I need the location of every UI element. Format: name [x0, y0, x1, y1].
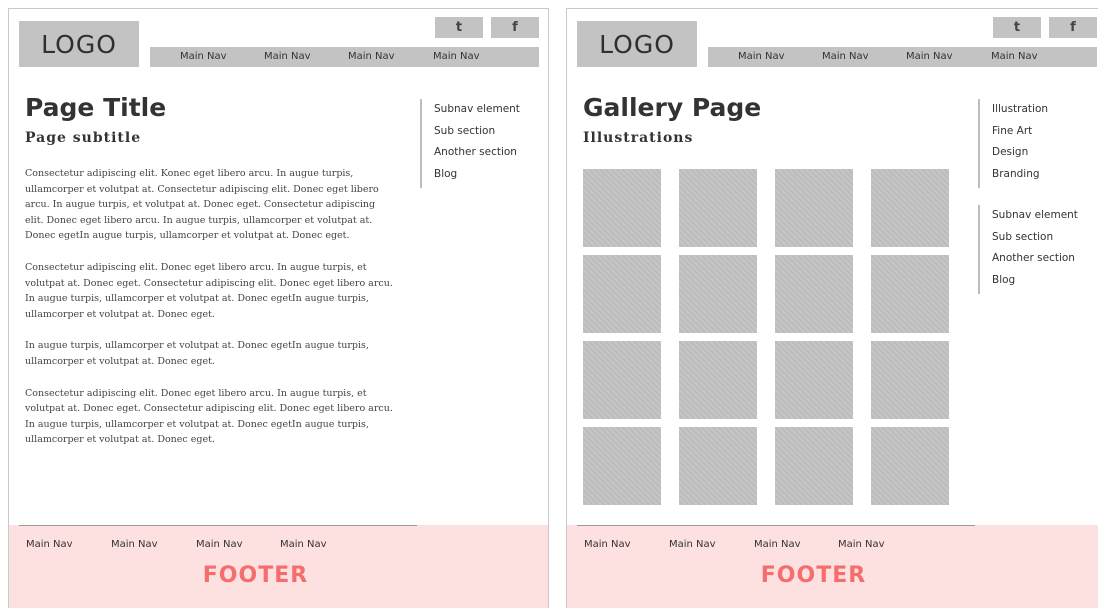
page-subtitle: Illustrations: [583, 130, 694, 146]
twitter-icon[interactable]: t: [993, 17, 1041, 38]
gallery-thumbnail[interactable]: [775, 341, 853, 419]
footer-label-row: FOOTER: [9, 563, 526, 588]
subnav-item[interactable]: Sub section: [992, 227, 1078, 249]
gallery-thumbnail[interactable]: [775, 255, 853, 333]
gallery-thumbnail[interactable]: [871, 255, 949, 333]
gallery-thumbnail[interactable]: [679, 427, 757, 505]
footer-nav-item[interactable]: Main Nav: [111, 539, 158, 550]
main-nav-item[interactable]: Main Nav: [348, 51, 395, 62]
main-nav-item[interactable]: Main Nav: [433, 51, 480, 62]
main-nav-item[interactable]: Main Nav: [264, 51, 311, 62]
twitter-icon[interactable]: t: [435, 17, 483, 38]
main-nav-item[interactable]: Main Nav: [738, 51, 785, 62]
footer-label: FOOTER: [760, 563, 867, 588]
footer-nav-item[interactable]: Main Nav: [754, 539, 801, 550]
footer: Main Nav Main Nav Main Nav Main Nav FOOT…: [567, 525, 1098, 608]
gallery-thumbnail[interactable]: [871, 341, 949, 419]
page-subtitle: Page subtitle: [25, 130, 142, 146]
footer-nav-item[interactable]: Main Nav: [280, 539, 327, 550]
subnav-item[interactable]: Another section: [992, 248, 1078, 270]
subnav-item[interactable]: Subnav element: [992, 205, 1078, 227]
gallery-thumbnail[interactable]: [775, 169, 853, 247]
main-nav-item[interactable]: Main Nav: [991, 51, 1038, 62]
paragraph: In augue turpis, ullamcorper et volutpat…: [25, 340, 369, 367]
paragraph: Consectetur adipiscing elit. Donec eget …: [25, 387, 393, 446]
subnav-item[interactable]: Subnav element: [434, 99, 520, 121]
footer-divider: [577, 525, 975, 526]
footer-label: FOOTER: [202, 563, 309, 588]
gallery-thumbnail[interactable]: [871, 427, 949, 505]
subnav-item[interactable]: Blog: [992, 270, 1078, 292]
subnav-item[interactable]: Branding: [992, 164, 1048, 186]
footer-nav-item[interactable]: Main Nav: [838, 539, 885, 550]
main-nav-item[interactable]: Main Nav: [180, 51, 227, 62]
subnav: Subnav element Sub section Another secti…: [420, 99, 520, 188]
category-subnav: Illustration Fine Art Design Branding: [978, 99, 1048, 188]
main-nav: Main Nav Main Nav Main Nav Main Nav: [708, 47, 1097, 67]
gallery-thumbnail[interactable]: [679, 255, 757, 333]
subnav-item[interactable]: Fine Art: [992, 121, 1048, 143]
footer-label-row: FOOTER: [567, 563, 1084, 588]
subnav-item[interactable]: Illustration: [992, 99, 1048, 121]
paragraph: Consectetur adipiscing elit. Donec eget …: [25, 261, 393, 320]
subnav-item[interactable]: Another section: [434, 142, 520, 164]
gallery-grid: [583, 169, 949, 505]
subnav-item[interactable]: Blog: [434, 164, 520, 186]
footer-nav-item[interactable]: Main Nav: [26, 539, 73, 550]
content-page-wireframe: LOGO t f Main Nav Main Nav Main Nav Main…: [8, 8, 549, 608]
gallery-thumbnail[interactable]: [679, 341, 757, 419]
gallery-thumbnail[interactable]: [583, 169, 661, 247]
gallery-thumbnail[interactable]: [583, 427, 661, 505]
gallery-thumbnail[interactable]: [583, 255, 661, 333]
facebook-icon[interactable]: f: [1049, 17, 1097, 38]
gallery-thumbnail[interactable]: [583, 341, 661, 419]
subnav: Subnav element Sub section Another secti…: [978, 205, 1078, 294]
main-nav: Main Nav Main Nav Main Nav Main Nav: [150, 47, 539, 67]
footer: Main Nav Main Nav Main Nav Main Nav FOOT…: [9, 525, 548, 608]
page-title: Gallery Page: [583, 93, 762, 122]
subnav-item[interactable]: Sub section: [434, 121, 520, 143]
gallery-thumbnail[interactable]: [775, 427, 853, 505]
main-nav-item[interactable]: Main Nav: [906, 51, 953, 62]
subnav-item[interactable]: Design: [992, 142, 1048, 164]
logo[interactable]: LOGO: [19, 21, 139, 67]
main-nav-item[interactable]: Main Nav: [822, 51, 869, 62]
logo[interactable]: LOGO: [577, 21, 697, 67]
page-title: Page Title: [25, 93, 167, 122]
gallery-thumbnail[interactable]: [679, 169, 757, 247]
gallery-page-wireframe: LOGO t f Main Nav Main Nav Main Nav Main…: [566, 8, 1098, 608]
footer-divider: [19, 525, 417, 526]
body-text: Consectetur adipiscing elit. Konec eget …: [25, 166, 393, 464]
footer-nav-item[interactable]: Main Nav: [669, 539, 716, 550]
footer-nav-item[interactable]: Main Nav: [584, 539, 631, 550]
gallery-thumbnail[interactable]: [871, 169, 949, 247]
paragraph: Consectetur adipiscing elit. Konec eget …: [25, 168, 379, 242]
footer-nav-item[interactable]: Main Nav: [196, 539, 243, 550]
facebook-icon[interactable]: f: [491, 17, 539, 38]
